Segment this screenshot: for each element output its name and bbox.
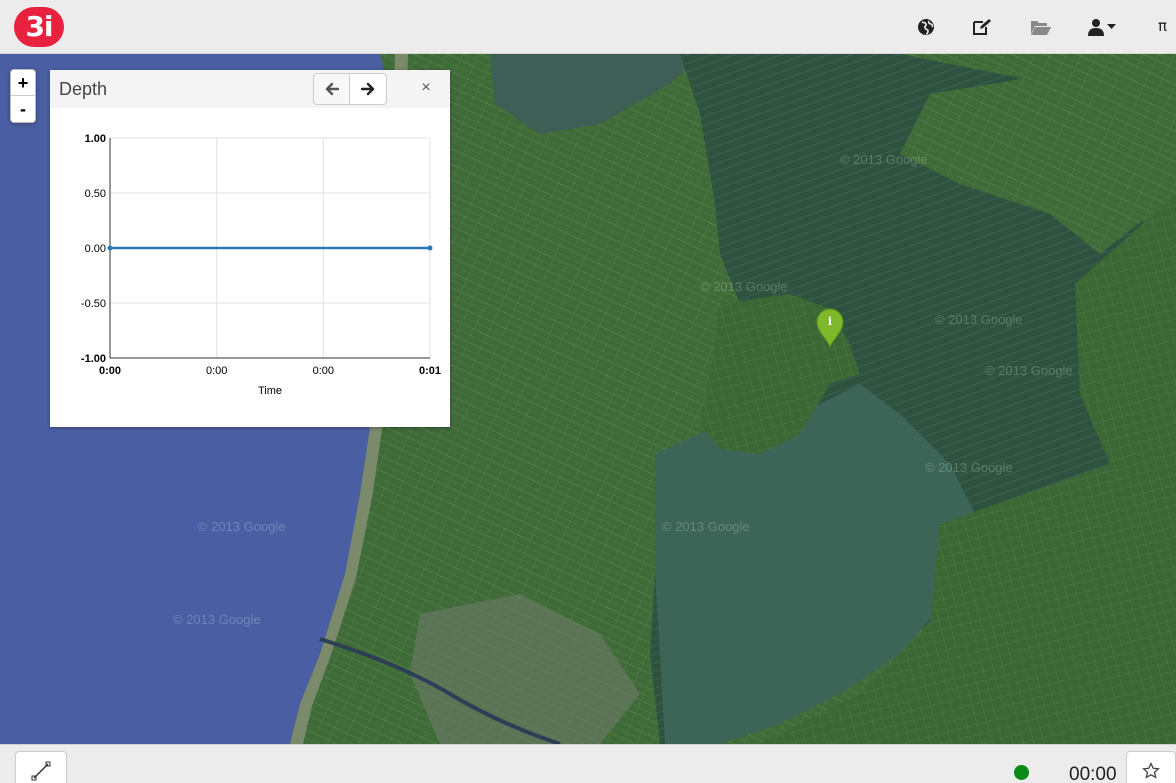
- zoom-control: + -: [10, 69, 36, 123]
- star-icon: [1142, 762, 1160, 779]
- panel-header: Depth ×: [50, 70, 450, 108]
- zoom-out-button[interactable]: -: [11, 96, 35, 122]
- arrow-right-icon: [361, 82, 375, 96]
- data-point: [107, 245, 113, 251]
- folder-open-icon[interactable]: [1028, 14, 1054, 40]
- x-tick-label: 0:01: [419, 365, 441, 377]
- chart-series: [107, 245, 433, 251]
- app-window: 3i π © 2013 Google © 2013 Google © 2013 …: [0, 0, 1176, 783]
- favorite-button[interactable]: [1126, 751, 1176, 783]
- app-logo[interactable]: 3i: [14, 7, 64, 47]
- y-tick-label: 1.00: [85, 133, 106, 145]
- top-navbar: 3i π: [0, 0, 1176, 54]
- y-tick-label: 0.00: [85, 243, 106, 255]
- x-axis: 0:00 0:00 0:00 0:01: [99, 357, 441, 377]
- y-tick-label: -1.00: [81, 353, 106, 365]
- globe-icon[interactable]: [913, 14, 939, 40]
- y-tick-label: -0.50: [81, 298, 106, 310]
- user-menu[interactable]: [1088, 14, 1116, 40]
- user-icon: [1088, 19, 1104, 36]
- status-indicator: [1014, 765, 1029, 780]
- caret-down-icon: [1107, 24, 1116, 29]
- x-axis-label: Time: [258, 385, 282, 397]
- map-pin-icon: i: [816, 308, 844, 349]
- edit-icon[interactable]: [969, 14, 995, 40]
- arrow-left-icon: [325, 82, 339, 96]
- next-button[interactable]: [350, 73, 387, 105]
- time-display: 00:00: [1069, 764, 1117, 783]
- info-map-marker[interactable]: i: [815, 308, 845, 349]
- svg-text:i: i: [828, 315, 832, 328]
- depth-panel: Depth × 1.00 0.50 0.00 -0.50 -1.00 0:00 0:00 0…: [50, 70, 450, 427]
- depth-chart: 1.000.500.00-0.50-1.00 0:00 0:00 0:00 0:01 …: [81, 133, 441, 397]
- panel-title: Depth: [59, 79, 108, 99]
- data-point: [427, 245, 433, 251]
- previous-button[interactable]: [313, 73, 350, 105]
- measure-line-icon: [31, 761, 51, 781]
- measure-tool-button[interactable]: [15, 751, 67, 783]
- y-tick-label: 0.50: [85, 188, 106, 200]
- x-tick-label: 0:00: [313, 365, 334, 377]
- pi-menu[interactable]: π: [1158, 17, 1167, 35]
- x-tick-label: 0:00: [99, 365, 121, 377]
- zoom-in-button[interactable]: +: [11, 70, 35, 96]
- y-axis: 1.00 0.50 0.00 -0.50 -1.00: [81, 133, 111, 365]
- x-tick-label: 0:00: [206, 365, 227, 377]
- panel-nav-buttons: [313, 73, 387, 105]
- bottom-bar: 00:00: [0, 744, 1176, 783]
- close-button[interactable]: ×: [420, 79, 432, 97]
